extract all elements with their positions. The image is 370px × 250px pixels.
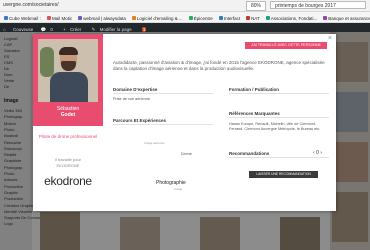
profile-sidebar: Sébastien Godet Pilote de drone professi… [33,34,103,211]
bookmark-label: Mail Motic [51,15,73,21]
worked-for-label: Il travaille pour [54,157,81,162]
domain-title: Domaine D'expertise [113,87,158,92]
courses-title: Parcours Et Expériences [113,118,167,123]
bookmark-favicon-icon [246,16,251,20]
bookmark-favicon-icon [218,16,223,20]
brands-text: Hasan Europe, Renault, Michelin, ville d… [229,122,321,131]
brands-title: Références Marquantes [229,111,280,116]
bookmarks-bar: Cube Webmail : Mail Motic webmail | always… [0,12,370,23]
bookmark-item[interactable]: Épicentre [187,14,213,21]
section-divider [113,93,213,94]
bookmark-item[interactable]: Banque et assurance - [321,14,370,21]
recommendations-pager: ‹ 0 › [313,150,322,156]
bookmark-favicon-icon [265,16,270,20]
section-divider [229,157,329,158]
bookmark-label: Interfact [223,15,241,21]
bookmark-label: Logiciel d'emailing & ... [136,15,183,21]
profile-modal: × Sébastien Godet Pilote de drone profes… [33,34,336,211]
recommendations-count: 0 [316,150,319,156]
section-divider [229,93,329,94]
recommendations-title: Recommandations [229,151,270,156]
close-icon[interactable]: × [328,35,332,42]
tag-image-aerienne: Image aérienne [144,141,165,145]
bookmark-item[interactable]: Logiciel d'emailing & ... [130,14,183,21]
company-name: EKODRONE [56,163,80,168]
tag-drone: Drone [181,151,192,156]
profile-photo [38,39,98,102]
bookmark-label: Épicentre [193,15,213,21]
profile-last-name: Godet [60,112,76,118]
tag-image: Image [174,187,183,191]
bookmark-favicon-icon [323,16,328,20]
chevron-right-icon[interactable]: › [320,150,322,156]
wp-admin-bar: ⌂ Couveuse 💬 0 + Créer ✎ Modifier la pag… [0,23,370,32]
bookmark-label: NAT [251,15,260,21]
admin-new-button[interactable]: + Créer [63,25,84,32]
url-field[interactable]: uvergne.com/societaires/ [3,2,59,8]
zoom-level[interactable]: 80% [246,1,266,11]
training-title: Formation / Publication [229,87,280,92]
bookmark-label: Cube Webmail : [9,15,41,21]
section-divider [113,124,213,125]
section-divider [229,117,329,118]
chevron-left-icon[interactable]: ‹ [313,150,315,156]
bookmark-item[interactable]: webmail | alwaysdata [76,14,126,21]
profile-intro: Autodidacte, passionné d'aviation & d'im… [113,60,325,71]
bookmark-favicon-icon [78,16,83,20]
leave-recommendation-button[interactable]: LAISSER UNE RECOMMANDATION [249,171,318,178]
tag-photographie: Photographie [156,180,186,186]
bookmark-label: Banque et assurance - [328,15,370,21]
profile-role: Pilote de drone professionnel [38,134,98,139]
browser-address-bar: uvergne.com/societaires/ 80% printemps d… [0,0,370,12]
bookmark-favicon-icon [4,16,8,20]
bookmark-item[interactable]: Cube Webmail : [2,14,41,21]
worked-with-button[interactable]: J'AI TRAVAILLÉ AVEC CETTE PERSONNE [245,42,327,49]
bookmark-item[interactable]: NAT [244,14,260,21]
bookmark-favicon-icon [188,16,193,20]
bookmark-item[interactable]: Mail Motic [45,14,72,21]
profile-photo-block: Sébastien Godet [33,34,103,126]
bookmark-favicon-icon [46,16,51,20]
bookmark-item[interactable]: Associations, Fondati... [264,14,318,21]
bookmark-item[interactable]: Interfact [217,14,240,21]
bookmark-favicon-icon [131,16,136,20]
company-logo: ekodrone [44,174,92,188]
browser-search-field[interactable]: printemps de bourges 2017 [270,1,366,9]
domain-text: Prise de vue aérienne [113,97,150,101]
bookmark-label: webmail | alwaysdata [83,15,126,21]
bookmark-label: Associations, Fondati... [270,15,318,21]
